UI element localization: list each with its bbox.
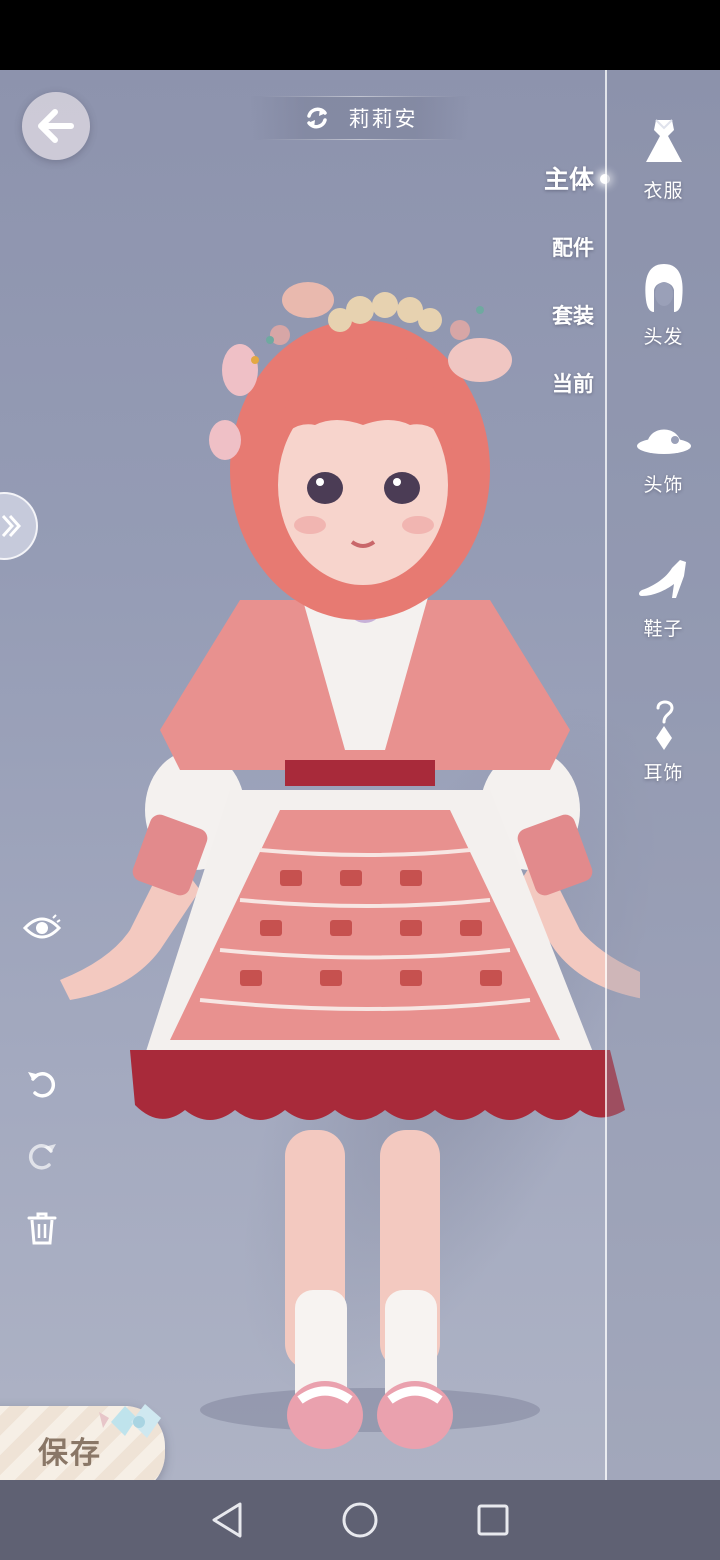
arrow-left-icon	[38, 109, 74, 143]
dress-icon	[634, 112, 694, 172]
dress-up-scene: 莉莉安 主体 配件 套装 当前 衣服 头发 头饰 鞋子 耳饰 保存	[0, 70, 720, 1480]
triangle-back-icon	[212, 1502, 242, 1538]
nav-recents-button[interactable]	[468, 1495, 518, 1545]
sidebar-label-shoes: 鞋子	[643, 618, 684, 640]
tab-current[interactable]: 当前	[532, 364, 604, 432]
sidebar-label-hair: 头发	[643, 326, 684, 348]
sidebar-item-clothes[interactable]: 衣服	[607, 112, 720, 232]
tab-outfits[interactable]: 套装	[532, 296, 604, 364]
system-navigation-bar	[0, 1480, 720, 1560]
square-recents-icon	[477, 1504, 509, 1536]
back-button[interactable]	[22, 92, 90, 160]
sidebar-label-earrings: 耳饰	[643, 762, 684, 784]
circle-home-icon	[342, 1502, 378, 1538]
candy-decoration-icon	[99, 1404, 161, 1438]
sidebar-item-headwear[interactable]: 头饰	[607, 406, 720, 526]
sidebar-item-shoes[interactable]: 鞋子	[607, 550, 720, 670]
refresh-icon[interactable]	[303, 104, 331, 132]
save-button[interactable]: 保存	[0, 1404, 165, 1480]
character-name-bar[interactable]: 莉莉安	[250, 96, 470, 140]
category-tabs: 主体 配件 套装 当前	[532, 160, 610, 432]
sidebar-item-earrings[interactable]: 耳饰	[607, 694, 720, 814]
undo-icon	[28, 1072, 56, 1098]
tab-main[interactable]: 主体	[532, 160, 610, 228]
sidebar-label-clothes: 衣服	[643, 180, 684, 202]
item-category-sidebar: 衣服 头发 头饰 鞋子 耳饰	[607, 70, 720, 1480]
expand-panel-button[interactable]	[0, 492, 38, 560]
eye-icon	[23, 914, 61, 939]
nav-back-button[interactable]	[202, 1495, 252, 1545]
tab-main-label: 主体	[543, 165, 594, 194]
double-chevron-right-icon	[1, 514, 22, 538]
tab-accessories[interactable]: 配件	[532, 228, 604, 296]
hair-icon	[634, 258, 694, 318]
character-name: 莉莉安	[348, 107, 418, 131]
shoe-icon	[634, 550, 694, 610]
earring-icon	[634, 694, 694, 754]
undo-button[interactable]	[20, 1062, 64, 1106]
nav-home-button[interactable]	[335, 1495, 385, 1545]
status-bar	[0, 0, 720, 70]
sidebar-item-hair[interactable]: 头发	[607, 258, 720, 378]
redo-button[interactable]	[20, 1134, 64, 1178]
sidebar-label-headwear: 头饰	[643, 474, 684, 496]
redo-icon	[28, 1144, 56, 1170]
delete-button[interactable]	[20, 1206, 64, 1250]
hat-icon	[634, 406, 694, 466]
toggle-visibility-button[interactable]	[20, 906, 64, 950]
trash-icon	[27, 1212, 57, 1245]
